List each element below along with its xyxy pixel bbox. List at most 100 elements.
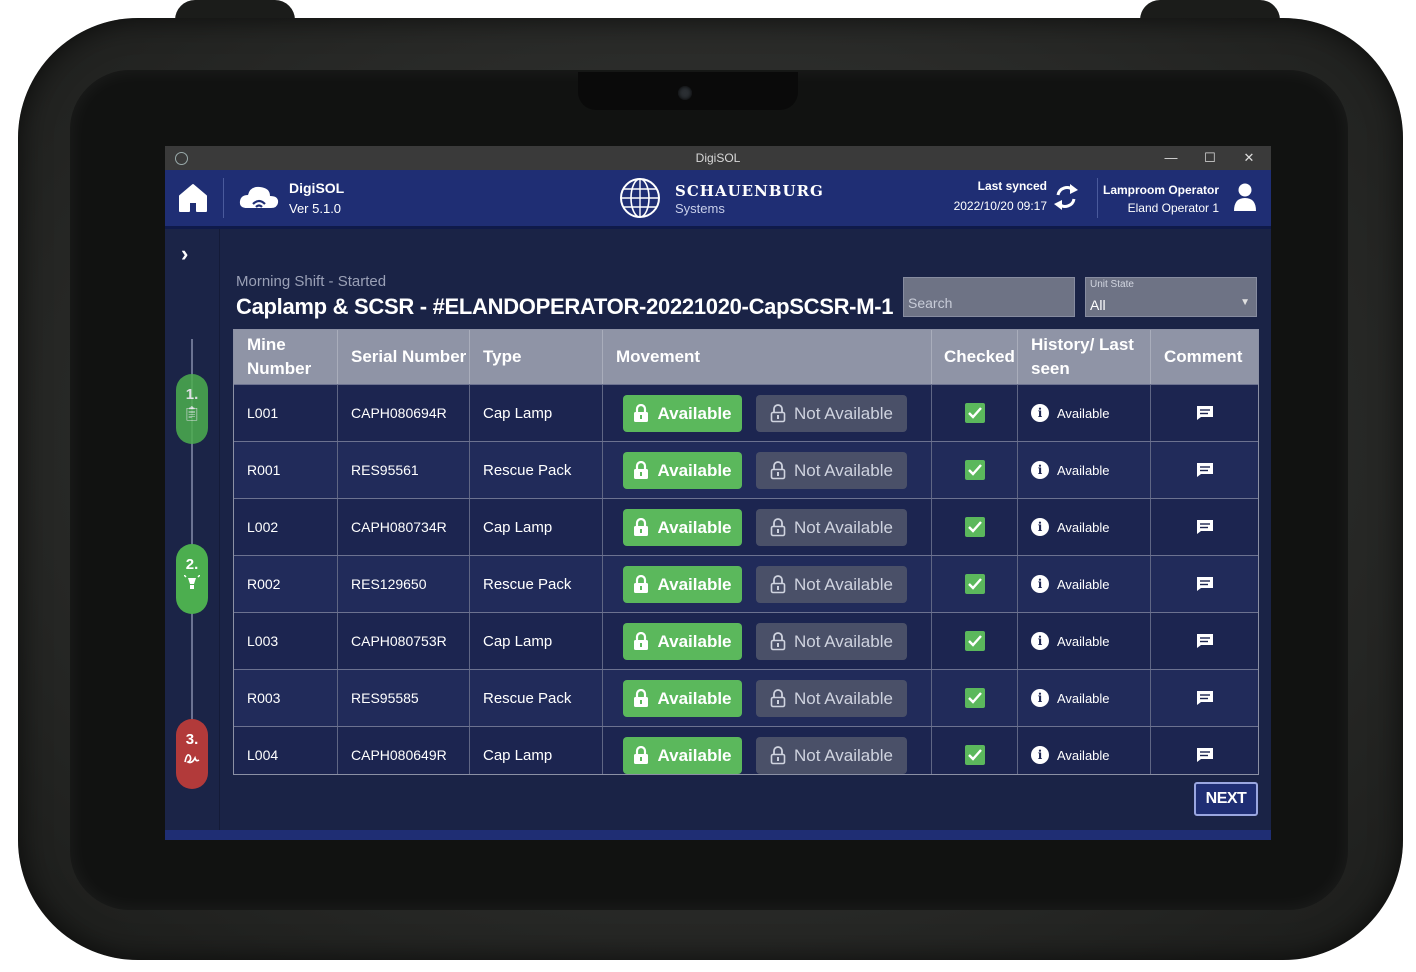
history-cell[interactable]: i Available — [1018, 727, 1151, 774]
movement-cell: Available Not Available — [603, 442, 932, 498]
checked-cell — [932, 556, 1018, 612]
not-available-button[interactable]: Not Available — [756, 452, 907, 489]
comment-icon[interactable] — [1196, 747, 1214, 763]
available-button[interactable]: Available — [623, 395, 742, 432]
not-available-button[interactable]: Not Available — [756, 680, 907, 717]
history-cell[interactable]: i Available — [1018, 556, 1151, 612]
available-button[interactable]: Available — [623, 452, 742, 489]
info-icon[interactable]: i — [1031, 404, 1049, 422]
lock-icon — [634, 689, 649, 707]
mine-number: R003 — [234, 670, 338, 726]
app-header: DigiSOL Ver 5.1.0 SCHAUENBURG Systems La… — [165, 170, 1271, 226]
lamp-icon — [184, 575, 200, 589]
history-cell[interactable]: i Available — [1018, 385, 1151, 441]
movement-cell: Available Not Available — [603, 670, 932, 726]
comment-icon[interactable] — [1196, 462, 1214, 478]
unit-state-label: Unit State — [1090, 279, 1134, 290]
page-title: Caplamp & SCSR - #ELANDOPERATOR-20221020… — [236, 294, 894, 319]
not-available-label: Not Available — [794, 745, 893, 765]
history-cell[interactable]: i Available — [1018, 670, 1151, 726]
info-icon[interactable]: i — [1031, 575, 1049, 593]
available-label: Available — [657, 745, 732, 765]
checked-checkbox[interactable] — [964, 745, 985, 765]
info-icon[interactable]: i — [1031, 689, 1049, 707]
checked-checkbox[interactable] — [964, 517, 985, 537]
history-cell[interactable]: i Available — [1018, 499, 1151, 555]
lock-icon — [634, 575, 649, 593]
step-2[interactable]: 2. — [176, 544, 208, 614]
step-3[interactable]: 3. — [176, 719, 208, 789]
col-movement[interactable]: Movement — [603, 330, 932, 384]
expand-chevron-icon[interactable]: › — [181, 241, 188, 267]
step-1[interactable]: 1. 📋︎ — [176, 374, 208, 444]
comment-icon[interactable] — [1196, 633, 1214, 649]
unit-type: Rescue Pack — [470, 556, 603, 612]
col-comment[interactable]: Comment — [1151, 330, 1258, 384]
comment-icon[interactable] — [1196, 519, 1214, 535]
movement-cell: Available Not Available — [603, 556, 932, 612]
history-cell[interactable]: i Available — [1018, 613, 1151, 669]
checked-checkbox[interactable] — [964, 631, 985, 651]
home-icon[interactable] — [177, 182, 209, 214]
col-checked[interactable]: Checked — [932, 330, 1018, 384]
info-icon[interactable]: i — [1031, 518, 1049, 536]
unit-type: Cap Lamp — [470, 385, 603, 441]
close-button[interactable]: ✕ — [1237, 149, 1261, 167]
history-status: Available — [1057, 405, 1110, 421]
info-icon[interactable]: i — [1031, 632, 1049, 650]
comment-icon[interactable] — [1196, 405, 1214, 421]
unit-state-select[interactable]: Unit State All ▼ — [1085, 277, 1257, 317]
available-label: Available — [657, 688, 732, 708]
available-button[interactable]: Available — [623, 509, 742, 546]
mine-number: L004 — [234, 727, 338, 774]
info-icon[interactable]: i — [1031, 746, 1049, 764]
available-button[interactable]: Available — [623, 680, 742, 717]
user-icon[interactable] — [1233, 182, 1257, 212]
sync-icon[interactable] — [1051, 182, 1081, 212]
table-row[interactable]: R001 RES95561 Rescue Pack Available Not Avai… — [234, 441, 1258, 498]
serial-number: RES129650 — [338, 556, 470, 612]
checked-checkbox[interactable] — [964, 460, 985, 480]
table-row[interactable]: L002 CAPH080734R Cap Lamp Available Not Avai… — [234, 498, 1258, 555]
search-placeholder: Search — [908, 295, 953, 311]
camera-icon — [678, 86, 692, 100]
not-available-button[interactable]: Not Available — [756, 566, 907, 603]
checked-cell — [932, 613, 1018, 669]
info-icon[interactable]: i — [1031, 461, 1049, 479]
table-row[interactable]: R003 RES95585 Rescue Pack Available Not Avai… — [234, 669, 1258, 726]
checked-checkbox[interactable] — [964, 688, 985, 708]
not-available-button[interactable]: Not Available — [756, 623, 907, 660]
table-row[interactable]: L003 CAPH080753R Cap Lamp Available Not Avai… — [234, 612, 1258, 669]
col-type[interactable]: Type — [470, 330, 603, 384]
unlock-icon — [770, 575, 786, 594]
not-available-button[interactable]: Not Available — [756, 509, 907, 546]
available-label: Available — [657, 631, 732, 651]
col-history[interactable]: History/ Last seen — [1018, 330, 1151, 384]
col-serial-number[interactable]: Serial Number — [338, 330, 470, 384]
checked-checkbox[interactable] — [964, 403, 985, 423]
comment-icon[interactable] — [1196, 690, 1214, 706]
available-button[interactable]: Available — [623, 623, 742, 660]
table-row[interactable]: R002 RES129650 Rescue Pack Available Not Ava… — [234, 555, 1258, 612]
movement-cell: Available Not Available — [603, 727, 932, 774]
not-available-label: Not Available — [794, 574, 893, 594]
not-available-label: Not Available — [794, 460, 893, 480]
checkmark-icon — [967, 578, 982, 590]
history-cell[interactable]: i Available — [1018, 442, 1151, 498]
not-available-button[interactable]: Not Available — [756, 737, 907, 774]
table-row[interactable]: L001 CAPH080694R Cap Lamp Available Not Avai… — [234, 384, 1258, 441]
next-button[interactable]: NEXT — [1194, 782, 1258, 816]
search-input[interactable]: Search — [903, 277, 1075, 317]
serial-number: RES95561 — [338, 442, 470, 498]
available-button[interactable]: Available — [623, 566, 742, 603]
col-mine-number[interactable]: Mine Number — [234, 330, 338, 384]
checked-checkbox[interactable] — [964, 574, 985, 594]
minimize-button[interactable]: — — [1159, 149, 1183, 167]
comment-icon[interactable] — [1196, 576, 1214, 592]
not-available-button[interactable]: Not Available — [756, 395, 907, 432]
lock-icon — [634, 632, 649, 650]
maximize-button[interactable]: ☐ — [1198, 149, 1222, 167]
table-row[interactable]: L004 CAPH080649R Cap Lamp Available Not Avai… — [234, 726, 1258, 774]
available-button[interactable]: Available — [623, 737, 742, 774]
cloud-sync-icon — [239, 186, 279, 208]
